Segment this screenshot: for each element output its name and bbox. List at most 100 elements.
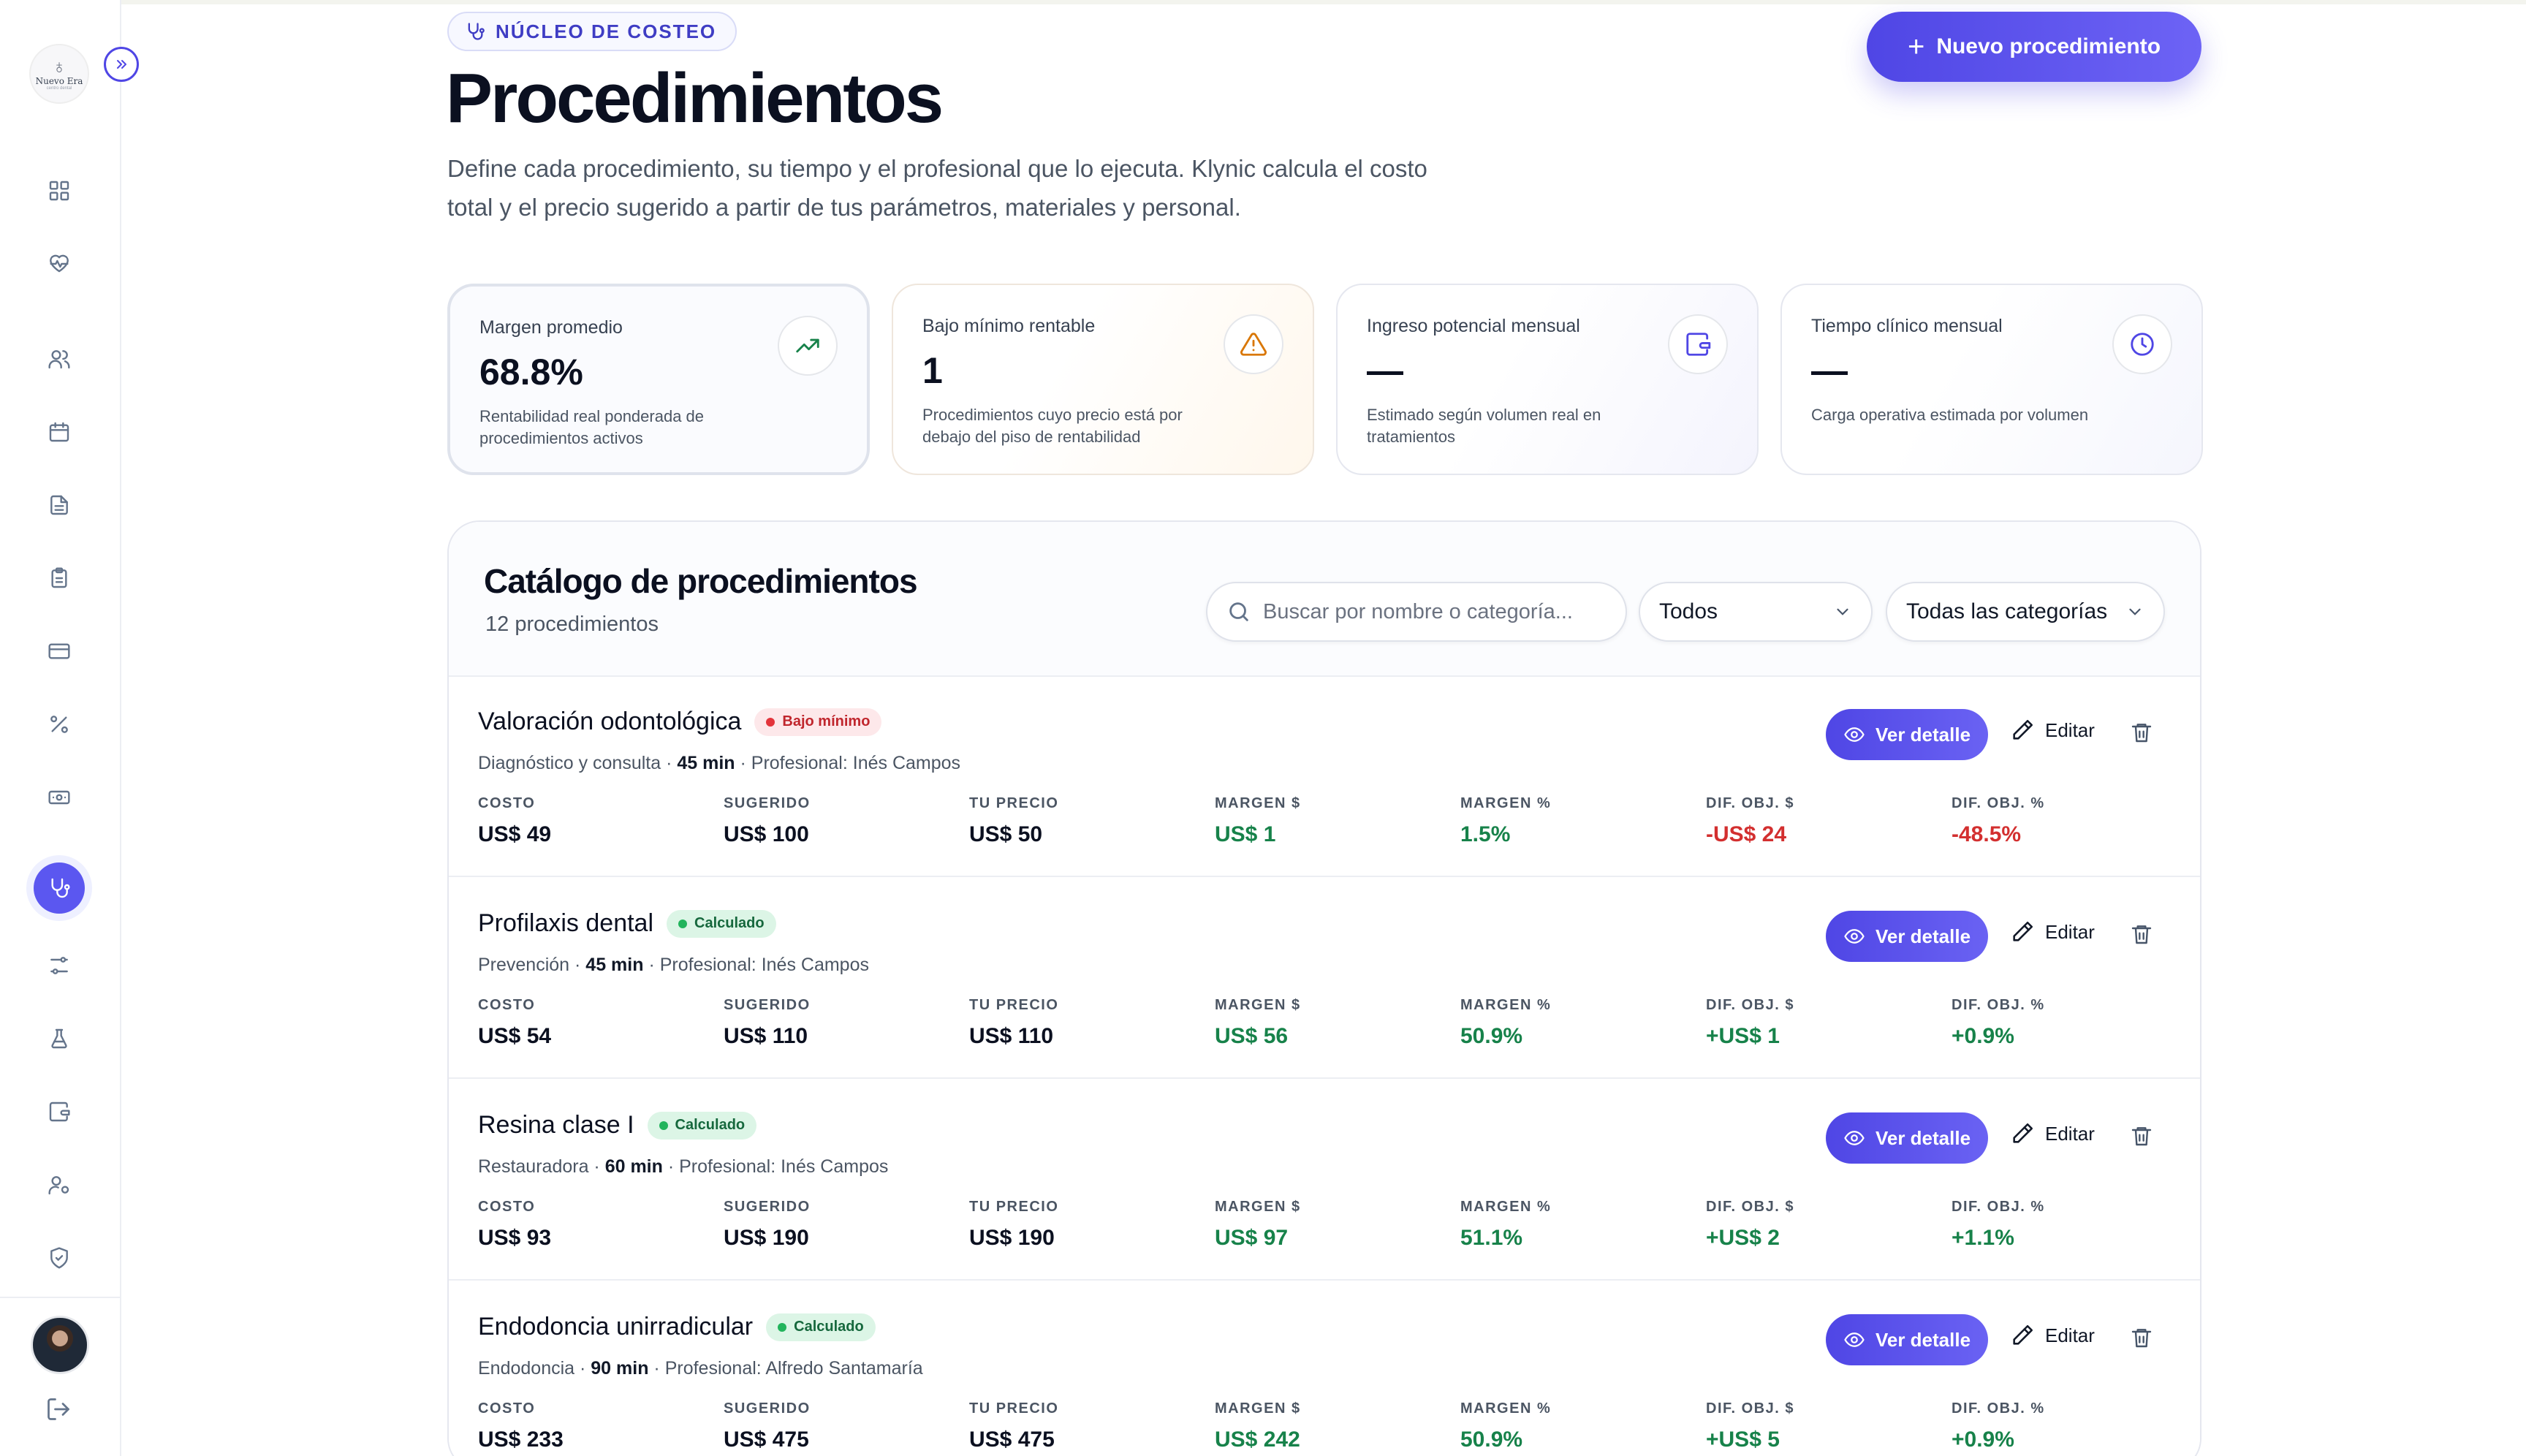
logout-icon[interactable] xyxy=(45,1396,72,1426)
metric-label: SUGERIDO xyxy=(724,1400,811,1417)
edit-button[interactable]: Editar xyxy=(2010,718,2095,743)
sidebar-item-security[interactable] xyxy=(34,1232,85,1284)
search-box[interactable] xyxy=(1206,582,1627,642)
view-detail-button[interactable]: Ver detalle xyxy=(1826,911,1988,962)
catalog-header: Catálogo de procedimientos 12 procedimie… xyxy=(449,522,2200,677)
sidebar-item-procedures[interactable] xyxy=(34,862,85,914)
view-detail-label: Ver detalle xyxy=(1875,723,1971,746)
edit-button[interactable]: Editar xyxy=(2010,920,2095,944)
view-detail-button[interactable]: Ver detalle xyxy=(1826,1112,1988,1164)
plus-icon: + xyxy=(1907,31,1925,63)
eye-icon xyxy=(1844,929,1865,944)
procedure-name-line: Profilaxis dental Calculado xyxy=(478,909,776,938)
sidebar-item-documents[interactable] xyxy=(34,479,85,531)
procedure-meta: Diagnóstico y consulta · 45 min · Profes… xyxy=(478,753,961,773)
kpi-icon-badge xyxy=(1668,314,1728,374)
shield-icon xyxy=(50,1247,68,1269)
metric-label: MARGEN % xyxy=(1460,1199,1552,1215)
metric-label: MARGEN % xyxy=(1460,1400,1552,1417)
stethoscope-icon xyxy=(468,23,485,40)
eye-icon xyxy=(1844,1131,1865,1145)
wallet-icon xyxy=(1686,333,1711,356)
eyebrow-label: NÚCLEO DE COSTEO xyxy=(496,20,717,42)
metric-value: US$ 56 xyxy=(1215,1024,1289,1048)
wallet-icon xyxy=(49,1102,70,1122)
logo-subtext: centro dental xyxy=(46,86,72,91)
metric-label: DIF. OBJ. % xyxy=(1952,795,2045,811)
pencil-icon xyxy=(2013,719,2033,740)
sidebar-item-staff[interactable] xyxy=(34,1159,85,1210)
metric-cell: SUGERIDO US$ 475 xyxy=(724,1400,811,1452)
sidebar-item-dashboard[interactable] xyxy=(34,165,85,216)
metric-value: 1.5% xyxy=(1460,822,1511,846)
procedure-name-line: Valoración odontológica Bajo mínimo xyxy=(478,708,882,736)
metric-label: SUGERIDO xyxy=(724,997,811,1013)
metric-value: US$ 110 xyxy=(724,1024,808,1048)
search-input[interactable] xyxy=(1263,599,1599,624)
delete-button[interactable] xyxy=(2130,922,2153,949)
procedure-meta: Prevención · 45 min · Profesional: Inés … xyxy=(478,955,869,975)
status-dot xyxy=(766,717,775,727)
metric-cell: COSTO US$ 54 xyxy=(478,997,551,1049)
delete-button[interactable] xyxy=(2130,1326,2153,1353)
sidebar-item-billing[interactable] xyxy=(34,626,85,677)
procedure-professional: Alfredo Santamaría xyxy=(765,1358,923,1379)
metric-value: +US$ 1 xyxy=(1706,1024,1780,1048)
procedure-name[interactable]: Valoración odontológica xyxy=(478,708,741,736)
user-avatar[interactable] xyxy=(31,1316,89,1374)
page-title: Procedimientos xyxy=(446,59,944,137)
sidebar-item-cash[interactable] xyxy=(34,772,85,823)
metric-cell: COSTO US$ 233 xyxy=(478,1400,564,1452)
metric-cell: DIF. OBJ. $ +US$ 2 xyxy=(1706,1199,1794,1251)
status-badge: Calculado xyxy=(667,909,776,938)
status-filter-select[interactable]: Todos xyxy=(1639,582,1873,642)
sidebar-item-calendar[interactable] xyxy=(34,406,85,458)
delete-button[interactable] xyxy=(2130,1124,2153,1151)
users-icon xyxy=(48,350,70,369)
edit-button[interactable]: Editar xyxy=(2010,1323,2095,1348)
sidebar-item-lab[interactable] xyxy=(34,1013,85,1064)
sidebar-item-wallet[interactable] xyxy=(34,1086,85,1137)
procedures-catalog: Catálogo de procedimientos 12 procedimie… xyxy=(447,520,2201,1456)
kpi-icon-badge xyxy=(2112,314,2172,374)
expand-sidebar-button[interactable] xyxy=(104,47,139,82)
metric-value: US$ 100 xyxy=(724,822,809,846)
procedure-professional: Inés Campos xyxy=(852,753,961,773)
category-filter-select[interactable]: Todas las categorías xyxy=(1886,582,2165,642)
search-icon xyxy=(1229,602,1248,621)
metric-cell: COSTO US$ 93 xyxy=(478,1199,551,1251)
edit-button[interactable]: Editar xyxy=(2010,1121,2095,1146)
metric-cell: MARGEN $ US$ 242 xyxy=(1215,1400,1301,1452)
sidebar-item-health[interactable] xyxy=(34,238,85,289)
clipboard-icon xyxy=(51,567,67,588)
view-detail-label: Ver detalle xyxy=(1875,1126,1971,1149)
catalog-title: Catálogo de procedimientos xyxy=(484,562,918,600)
file-text-icon xyxy=(50,495,68,515)
metric-label: SUGERIDO xyxy=(724,1199,811,1215)
procedure-row: Resina clase I Calculado Restauradora · 60… xyxy=(449,1080,2200,1281)
metric-value: 50.9% xyxy=(1460,1427,1523,1452)
kpi-description: Carga operativa estimada por volumen xyxy=(1811,406,2089,424)
metric-cell: SUGERIDO US$ 110 xyxy=(724,997,811,1049)
procedure-name[interactable]: Profilaxis dental xyxy=(478,909,653,938)
procedure-row: Valoración odontológica Bajo mínimo Diagnó… xyxy=(449,677,2200,877)
status-badge: Calculado xyxy=(647,1111,757,1140)
sidebar-item-percent[interactable] xyxy=(34,699,85,750)
sidebar-item-patients[interactable] xyxy=(34,333,85,384)
delete-button[interactable] xyxy=(2130,721,2153,748)
metric-value: +0.9% xyxy=(1952,1024,2014,1048)
new-procedure-button[interactable]: + Nuevo procedimiento xyxy=(1867,12,2201,82)
status-badge-label: Calculado xyxy=(694,915,765,931)
sidebar-item-settings[interactable] xyxy=(34,940,85,991)
view-detail-button[interactable]: Ver detalle xyxy=(1826,709,1988,760)
clinic-logo[interactable]: ♁ Nuevo Era centro dental xyxy=(29,44,89,104)
tooth-icon: ♁ xyxy=(52,56,67,77)
metric-label: MARGEN $ xyxy=(1215,795,1301,811)
metric-value: US$ 110 xyxy=(969,1024,1054,1048)
metric-cell: DIF. OBJ. $ -US$ 24 xyxy=(1706,795,1794,847)
procedure-name[interactable]: Resina clase I xyxy=(478,1111,634,1140)
metric-value: US$ 49 xyxy=(478,822,552,846)
sidebar-item-clipboard[interactable] xyxy=(34,553,85,604)
view-detail-button[interactable]: Ver detalle xyxy=(1826,1314,1988,1365)
procedure-name[interactable]: Endodoncia unirradicular xyxy=(478,1313,753,1341)
